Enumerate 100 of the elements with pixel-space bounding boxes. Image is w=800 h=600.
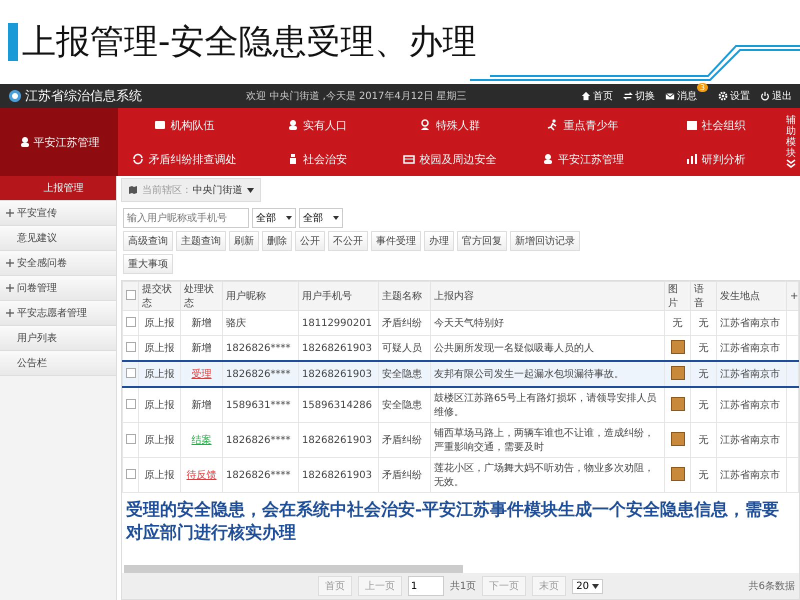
table-cell: 15896314286	[298, 387, 378, 422]
table-cell: 鼓楼区江苏路65号上有路灯损坏，请领导安排人员维修。	[430, 387, 664, 422]
sidebar-item[interactable]: 用户列表	[0, 326, 116, 351]
app-name: 江苏省综治信息系统	[25, 88, 142, 105]
sidebar-item[interactable]: 问卷管理	[0, 276, 116, 301]
settings-icon	[718, 91, 728, 101]
toolbar-button[interactable]: 高级查询	[123, 231, 173, 251]
table-cell: 18268261903	[298, 422, 378, 458]
row-checkbox[interactable]	[126, 342, 136, 352]
row-checkbox[interactable]	[126, 398, 136, 408]
image-thumbnail[interactable]	[670, 466, 684, 480]
table-cell: 今天天气特别好	[430, 310, 664, 336]
toolbar-button[interactable]: 新增回访记录	[510, 231, 580, 251]
header-link[interactable]: 切换	[622, 89, 655, 103]
filter-select[interactable]: 全部	[299, 208, 343, 228]
toolbar-button[interactable]: 事件受理	[371, 231, 421, 251]
nav-item[interactable]: 实有人口	[250, 108, 384, 142]
nav-item[interactable]: 重点青少年	[516, 108, 650, 142]
side-module-label[interactable]: 辅助模块	[786, 115, 796, 159]
image-thumbnail[interactable]	[670, 396, 684, 410]
toolbar-button[interactable]: 刷新	[229, 231, 259, 251]
table-cell: 原上报	[138, 361, 180, 387]
toolbar-button[interactable]: 官方回复	[457, 231, 507, 251]
table-cell: 江苏省南京市	[716, 458, 786, 492]
record-count: 共6条数据	[748, 580, 795, 593]
notification-badge: 3	[696, 83, 708, 92]
nav-item[interactable]: 校园及周边安全	[384, 142, 516, 176]
table-cell: 无	[690, 387, 716, 422]
table-cell: 无	[690, 310, 716, 336]
nav-item[interactable]: 平安江苏管理	[516, 142, 650, 176]
toolbar-button[interactable]: 删除	[262, 231, 292, 251]
area-value: 中央门街道	[192, 184, 243, 197]
sidebar-item[interactable]: 平安志愿者管理	[0, 301, 116, 326]
plus-icon	[6, 309, 14, 317]
page-input[interactable]: 1	[408, 576, 444, 596]
current-module[interactable]: 平安江苏管理	[0, 108, 118, 176]
toolbar-button[interactable]: 不公开	[328, 231, 368, 251]
row-checkbox[interactable]	[126, 434, 136, 444]
sidebar-item[interactable]: 意见建议	[0, 226, 116, 251]
sidebar-item[interactable]: 平安宣传	[0, 201, 116, 226]
sidebar-item[interactable]: 上报管理	[0, 176, 116, 201]
header-link[interactable]: 消息	[664, 89, 697, 103]
header-link[interactable]: 首页	[580, 89, 613, 103]
row-checkbox[interactable]	[126, 316, 136, 326]
table-cell: 友邦有限公司发生一起漏水包坝漏待事故。	[430, 361, 664, 387]
nav-item[interactable]: 研判分析	[649, 142, 782, 176]
sidebar-item[interactable]: 安全感问卷	[0, 251, 116, 276]
plus-icon	[6, 209, 14, 217]
table-cell: 1589631****	[222, 387, 298, 422]
toolbar-button[interactable]: 主题查询	[176, 231, 226, 251]
scrollbar[interactable]	[124, 565, 462, 573]
page-size-select[interactable]: 20	[572, 578, 604, 594]
column-header: 提交状态	[138, 282, 180, 310]
nav-item[interactable]: 矛盾纠纷排查调处	[118, 142, 251, 176]
header-link[interactable]: 退出	[760, 89, 792, 103]
dropdown-arrow-icon	[246, 188, 254, 192]
sidebar-item-label: 意见建议	[17, 232, 57, 245]
table-cell: 原上报	[138, 422, 180, 458]
image-thumbnail[interactable]	[670, 366, 684, 380]
header-link[interactable]: 设置	[718, 89, 750, 103]
area-selector[interactable]: 当前辖区 : 中央门街道	[121, 178, 261, 202]
dropdown-arrow-icon	[592, 584, 600, 588]
image-thumbnail[interactable]	[670, 340, 684, 354]
table-cell: 江苏省南京市	[716, 387, 786, 422]
toolbar-button[interactable]: 办理	[424, 231, 454, 251]
table-cell: 原上报	[138, 458, 180, 492]
nav-item[interactable]: 社会组织	[649, 108, 782, 142]
bar-chart-icon	[686, 153, 698, 165]
switch-icon	[622, 91, 633, 101]
table-cell: 矛盾纠纷	[378, 422, 430, 458]
table-cell: 1826826****	[222, 361, 298, 387]
column-header: 主题名称	[378, 282, 430, 310]
table-cell: 无	[690, 458, 716, 492]
sidebar-item[interactable]: 公告栏	[0, 351, 116, 376]
table-cell: 1826826****	[222, 422, 298, 458]
table-cell: 江苏省南京市	[716, 310, 786, 336]
column-header: 发生地点	[716, 282, 786, 310]
sidebar-item-label: 上报管理	[44, 182, 84, 195]
select-all-checkbox[interactable]	[126, 290, 136, 300]
column-header: 用户昵称	[222, 282, 298, 310]
area-label: 当前辖区 :	[142, 184, 189, 197]
toolbar-button[interactable]: 重大事项	[123, 254, 173, 274]
toolbar-button[interactable]: 公开	[295, 231, 325, 251]
title-marker	[8, 23, 18, 61]
row-checkbox[interactable]	[126, 468, 136, 478]
filter-select[interactable]: 全部	[252, 208, 296, 228]
table-cell: 江苏省南京市	[716, 361, 786, 387]
column-header: 用户手机号	[298, 282, 378, 310]
nav-item[interactable]: 社会治安	[250, 142, 384, 176]
chevron-down-icon[interactable]	[786, 159, 796, 169]
table-cell: 原上报	[138, 387, 180, 422]
map-icon	[128, 185, 138, 195]
table-cell: 安全隐患	[378, 387, 430, 422]
image-thumbnail[interactable]	[670, 432, 684, 446]
mail-icon	[664, 91, 675, 101]
nav-item[interactable]: 机构队伍	[118, 108, 251, 142]
status-link[interactable]: 新增	[192, 400, 212, 411]
row-checkbox[interactable]	[126, 368, 136, 378]
search-field[interactable]: 输入用户昵称或手机号	[123, 208, 249, 228]
nav-item[interactable]: 特殊人群	[384, 108, 516, 142]
